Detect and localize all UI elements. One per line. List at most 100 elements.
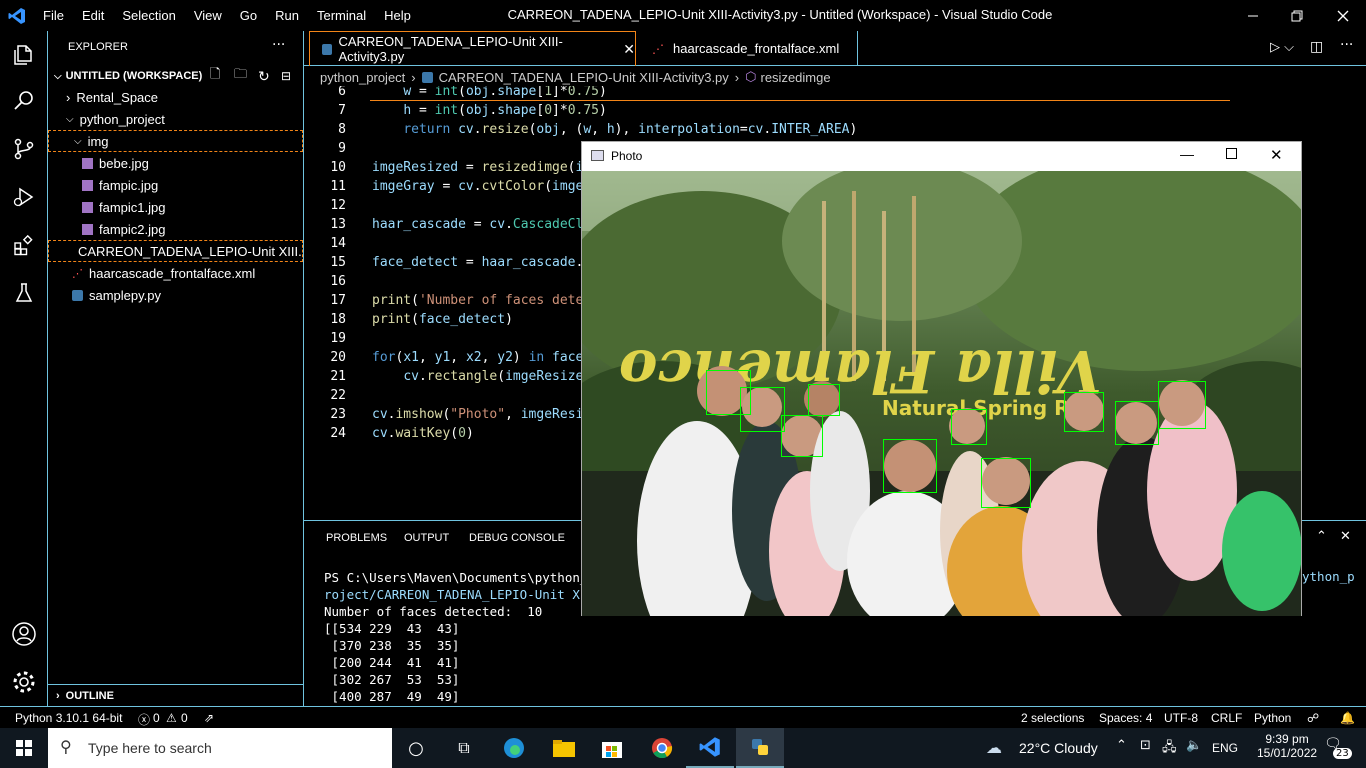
tree-label: fampic.jpg — [99, 177, 159, 193]
close-window-button[interactable] — [1320, 0, 1366, 31]
warning-count[interactable]: 0 — [181, 711, 188, 725]
cortana-icon[interactable]: ○ — [392, 728, 440, 768]
python-window-taskbar-icon[interactable] — [736, 728, 784, 768]
new-file-icon[interactable]: 🗋 — [210, 65, 220, 87]
menu-file[interactable]: File — [34, 8, 73, 23]
error-count[interactable]: 0 — [153, 711, 160, 725]
weather-text[interactable]: 22°C Cloudy — [1019, 740, 1098, 756]
maximize-panel-icon[interactable]: ⌃ — [1316, 529, 1327, 544]
vscode-taskbar-icon[interactable] — [686, 728, 734, 768]
menu-view[interactable]: View — [185, 8, 231, 23]
taskbar-search-box[interactable]: ⚲ Type here to search — [48, 728, 392, 768]
code-line[interactable]: 8 return cv.resize(obj, (w, h), interpol… — [304, 122, 1234, 141]
split-editor-icon[interactable]: ◫ — [1310, 39, 1323, 55]
notifications-bell-icon[interactable]: 🔔 — [1340, 711, 1355, 725]
input-language[interactable]: ENG — [1212, 741, 1238, 755]
tab-output[interactable]: OUTPUT — [404, 532, 449, 544]
workspace-label: UNTITLED (WORKSPACE) — [65, 70, 203, 82]
tab-label: haarcascade_frontalface.xml — [673, 41, 840, 56]
more-actions-icon[interactable]: ··· — [272, 37, 285, 53]
terminal-output[interactable]: PS C:\Users\Maven\Documents\python_pr roj… — [324, 569, 602, 705]
source-control-icon[interactable] — [0, 125, 48, 173]
indentation[interactable]: Spaces: 4 — [1099, 711, 1152, 725]
network-icon[interactable]: 🖧 — [1162, 738, 1177, 760]
tree-item-bebe-jpg[interactable]: bebe.jpg — [48, 152, 303, 174]
edge-browser-icon[interactable] — [490, 728, 538, 768]
close-icon[interactable]: ✕ — [1270, 146, 1283, 164]
photo-window-titlebar[interactable]: Photo — ✕ — [582, 142, 1301, 171]
windows-start-icon[interactable] — [0, 728, 48, 768]
activity-bar — [0, 31, 48, 706]
chevron-down-icon: ⌵ — [74, 135, 82, 147]
tree-item-samplepy-py[interactable]: samplepy.py — [48, 284, 303, 306]
minimize-icon[interactable]: — — [1180, 146, 1194, 162]
outline-section[interactable]: › OUTLINE — [48, 684, 303, 706]
tab-activity3-py[interactable]: CARREON_TADENA_LEPIO-Unit XIII-Activity3… — [309, 31, 636, 66]
code-line[interactable]: 7 h = int(obj.shape[0]*0.75) — [304, 103, 1234, 122]
settings-gear-icon[interactable] — [0, 658, 48, 706]
minimize-button[interactable] — [1230, 0, 1276, 31]
tab-debug-console[interactable]: DEBUG CONSOLE — [469, 532, 565, 544]
search-icon[interactable] — [0, 77, 48, 125]
face-detection-box — [808, 384, 840, 416]
clock[interactable]: 9:39 pm 15/01/2022 — [1257, 732, 1317, 760]
close-panel-icon[interactable]: ✕ — [1340, 529, 1351, 544]
breadcrumb-folder[interactable]: python_project — [320, 70, 405, 85]
maximize-icon[interactable] — [1226, 148, 1237, 159]
testing-flask-icon[interactable] — [0, 269, 48, 317]
menu-terminal[interactable]: Terminal — [308, 8, 375, 23]
restore-button[interactable] — [1274, 0, 1320, 31]
python-file-icon — [421, 71, 433, 83]
photo-window[interactable]: Photo — ✕ Villa Flamenco Natural Spring … — [581, 141, 1302, 616]
run-file-icon[interactable]: ▷ ⌵ — [1270, 40, 1294, 55]
feedback-icon[interactable]: ☍ — [1307, 711, 1319, 725]
menu-selection[interactable]: Selection — [113, 8, 184, 23]
encoding[interactable]: UTF-8 — [1164, 711, 1198, 725]
menu-run[interactable]: Run — [266, 8, 308, 23]
language-mode[interactable]: Python — [1254, 711, 1291, 725]
line-ending[interactable]: CRLF — [1211, 711, 1242, 725]
code-text: haar_cascade = cv.CascadeCl — [372, 217, 584, 232]
live-share-icon[interactable]: ⇗ — [204, 711, 214, 725]
tab-problems[interactable]: PROBLEMS — [326, 532, 387, 544]
explorer-icon[interactable] — [0, 31, 48, 79]
tree-item-fampic1-jpg[interactable]: fampic1.jpg — [48, 196, 303, 218]
workspace-header[interactable]: ⌵ UNTITLED (WORKSPACE) 🗋 🗀 ↻ ⊟ — [48, 65, 303, 87]
file-explorer-icon[interactable] — [540, 728, 588, 768]
rss-xml-file-icon: ⋰ — [72, 267, 83, 280]
python-file-icon — [72, 289, 83, 301]
breadcrumb-file[interactable]: CARREON_TADENA_LEPIO-Unit XIII-Activity3… — [439, 70, 729, 85]
tree-item-rental-space[interactable]: › Rental_Space — [48, 86, 303, 108]
more-actions-icon[interactable]: ··· — [1340, 37, 1353, 53]
refresh-icon[interactable]: ↻ — [258, 68, 270, 85]
menu-go[interactable]: Go — [231, 8, 266, 23]
new-folder-icon[interactable]: 🗀 — [234, 65, 247, 87]
show-hidden-icons-chevron[interactable]: ⌃ — [1116, 738, 1127, 753]
close-tab-icon[interactable]: ✕ — [623, 41, 635, 58]
breadcrumb-symbol[interactable]: resizedimge — [761, 70, 831, 85]
code-line[interactable]: 6 w = int(obj.shape[1]*0.75) — [304, 86, 1234, 103]
tree-item-haarcascade-xml[interactable]: ⋰ haarcascade_frontalface.xml — [48, 262, 303, 284]
run-debug-icon[interactable] — [0, 173, 48, 221]
tree-item-activity3-py[interactable]: CARREON_TADENA_LEPIO-Unit XIII... — [48, 240, 303, 262]
selection-count[interactable]: 2 selections — [1021, 711, 1084, 725]
tab-haarcascade-xml[interactable]: ⋰ haarcascade_frontalface.xml — [636, 31, 858, 66]
account-icon[interactable] — [0, 610, 48, 658]
python-interpreter[interactable]: Python 3.10.1 64-bit — [15, 711, 122, 725]
extensions-icon[interactable] — [0, 221, 48, 269]
tree-item-fampic-jpg[interactable]: fampic.jpg — [48, 174, 303, 196]
error-icon[interactable]: ⓧ — [138, 711, 150, 728]
tree-item-python-project[interactable]: ⌵ python_project — [48, 108, 303, 130]
weather-cloud-icon[interactable]: ☁ — [986, 738, 1002, 757]
task-view-icon[interactable]: ⧉ — [440, 728, 488, 768]
menu-edit[interactable]: Edit — [73, 8, 113, 23]
system-tray-icon[interactable]: ⊡ — [1140, 738, 1151, 753]
tree-item-img-folder[interactable]: ⌵ img — [48, 130, 303, 152]
tree-item-fampic2-jpg[interactable]: fampic2.jpg — [48, 218, 303, 240]
collapse-all-icon[interactable]: ⊟ — [281, 69, 291, 83]
menu-help[interactable]: Help — [375, 8, 420, 23]
warning-icon[interactable]: ⚠ — [166, 711, 177, 725]
volume-icon[interactable]: 🔈 — [1186, 738, 1202, 753]
chrome-icon[interactable] — [638, 728, 686, 768]
microsoft-store-icon[interactable] — [588, 728, 636, 768]
